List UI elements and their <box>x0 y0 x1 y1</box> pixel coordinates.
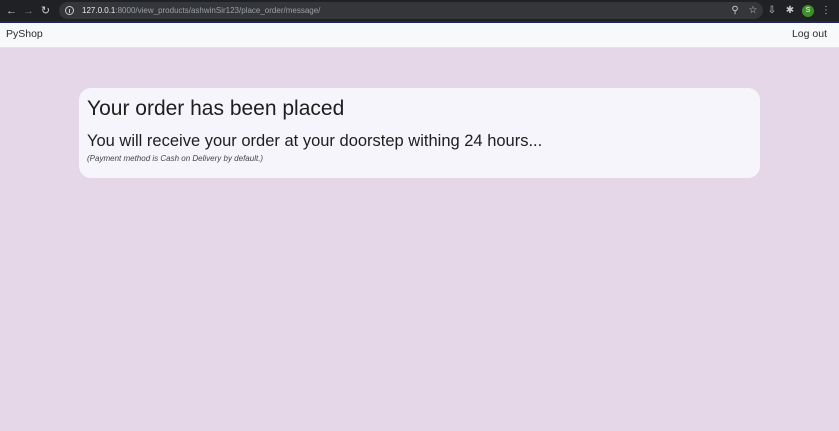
logout-link[interactable]: Log out <box>792 28 827 40</box>
extension-icon[interactable]: ⇩ <box>766 5 778 16</box>
reload-icon[interactable]: ↻ <box>37 2 54 19</box>
site-info-icon[interactable] <box>65 6 74 15</box>
forward-icon[interactable]: → <box>20 2 37 19</box>
puzzle-icon[interactable]: ✱ <box>784 5 796 16</box>
delivery-message: You will receive your order at your door… <box>87 132 543 150</box>
order-message-card: Your order has been placed You will rece… <box>79 88 760 178</box>
url-text[interactable]: 127.0.0.1:8000/view_products/ashwinSir12… <box>82 6 320 15</box>
zoom-icon[interactable]: ⚲ <box>729 5 741 16</box>
brand-link[interactable]: PyShop <box>6 28 43 40</box>
payment-note: (Payment method is Cash on Delivery by d… <box>87 154 264 163</box>
page-title: Your order has been placed <box>87 97 345 120</box>
back-icon[interactable]: ← <box>3 2 20 19</box>
menu-kebab-icon[interactable]: ⋮ <box>820 5 832 16</box>
address-bar[interactable]: 127.0.0.1:8000/view_products/ashwinSir12… <box>59 2 763 19</box>
avatar[interactable]: S <box>802 4 814 17</box>
bookmark-star-icon[interactable]: ☆ <box>747 5 759 16</box>
site-navbar: PyShop Log out <box>0 23 839 48</box>
browser-toolbar: ← → ↻ 127.0.0.1:8000/view_products/ashwi… <box>0 0 839 21</box>
